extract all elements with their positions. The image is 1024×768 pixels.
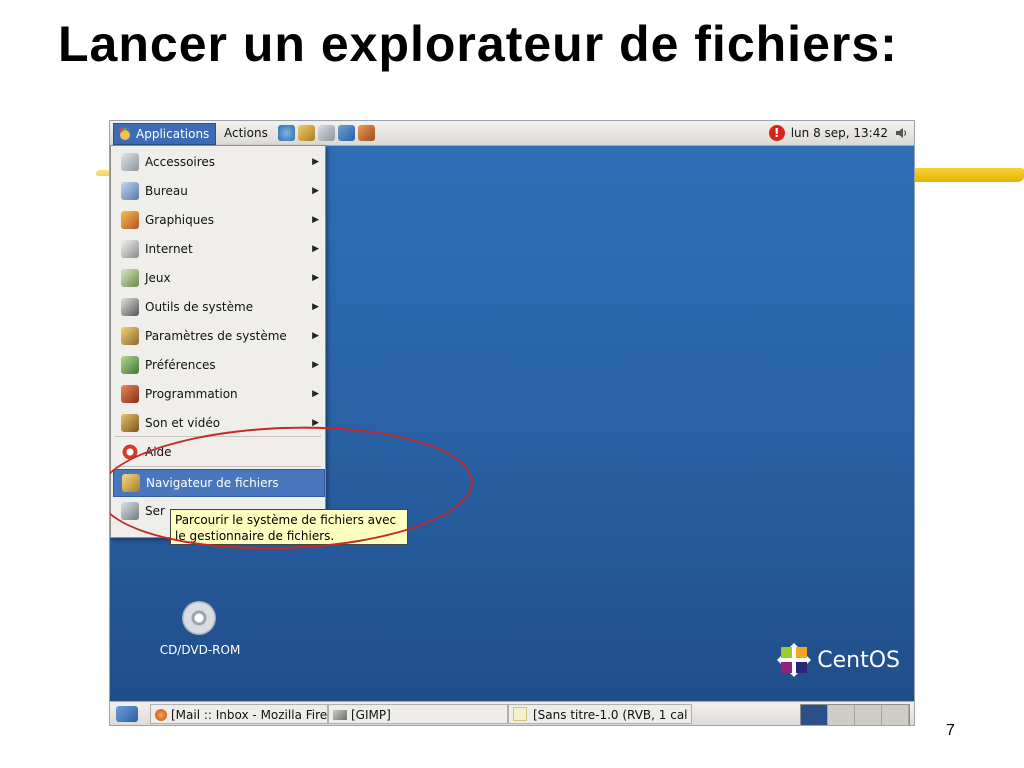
desktop-screenshot: Applications Actions ! lun 8 sep, 13:42 … [109, 120, 915, 726]
image-icon [513, 707, 527, 721]
office-launcher-icon[interactable] [338, 125, 355, 141]
menu-item-preferences[interactable]: Préférences ▶ [113, 352, 323, 378]
system-tools-icon [121, 298, 139, 316]
actions-menu-button[interactable]: Actions [224, 123, 268, 143]
submenu-arrow-icon: ▶ [312, 331, 319, 341]
top-panel: Applications Actions ! lun 8 sep, 13:42 [110, 121, 914, 146]
update-alert-icon[interactable]: ! [768, 125, 785, 141]
menu-item-programmation[interactable]: Programmation ▶ [113, 381, 323, 407]
submenu-arrow-icon: ▶ [312, 360, 319, 370]
menu-item-parametres-de-systeme[interactable]: Paramètres de système ▶ [113, 323, 323, 349]
centos-logo: CentOS [777, 643, 900, 677]
mail-launcher-icon[interactable] [298, 125, 315, 141]
centos-wordmark: CentOS [817, 647, 900, 673]
accessories-icon [121, 153, 139, 171]
submenu-arrow-icon: ▶ [312, 215, 319, 225]
menu-item-graphiques[interactable]: Graphiques ▶ [113, 207, 323, 233]
menu-item-jeux[interactable]: Jeux ▶ [113, 265, 323, 291]
clock[interactable]: lun 8 sep, 13:42 [791, 126, 888, 140]
programming-icon [121, 385, 139, 403]
menu-item-outils-de-systeme[interactable]: Outils de système ▶ [113, 294, 323, 320]
notification-area: ! lun 8 sep, 13:42 [768, 123, 908, 143]
presentation-launcher-icon[interactable] [358, 125, 375, 141]
menu-item-bureau[interactable]: Bureau ▶ [113, 178, 323, 204]
yellow-highlight-stroke [908, 168, 1024, 182]
task-image-window[interactable]: [Sans titre-1.0 (RVB, 1 cal [508, 704, 692, 724]
submenu-arrow-icon: ▶ [312, 273, 319, 283]
submenu-arrow-icon: ▶ [312, 244, 319, 254]
applications-menu-button[interactable]: Applications [113, 123, 217, 145]
submenu-arrow-icon: ▶ [312, 302, 319, 312]
volume-icon[interactable] [894, 126, 908, 140]
show-desktop-icon[interactable] [116, 706, 138, 722]
firefox-icon [155, 709, 167, 721]
internet-icon [121, 240, 139, 258]
page-number: 7 [946, 722, 955, 739]
cd-dvd-rom-label[interactable]: CD/DVD-ROM [154, 643, 246, 657]
slide-title: Lancer un explorateur de fichiers: [58, 16, 898, 72]
workspace-switcher[interactable] [800, 704, 910, 725]
gimp-icon [333, 710, 347, 720]
submenu-arrow-icon: ▶ [312, 157, 319, 167]
applications-label: Applications [136, 127, 210, 141]
gnome-foot-icon [119, 127, 131, 140]
system-settings-icon [121, 327, 139, 345]
editor-launcher-icon[interactable] [318, 125, 335, 141]
bottom-panel: [Mail :: Inbox - Mozilla Fire [GIMP] [Sa… [110, 701, 914, 725]
workspace-4[interactable] [882, 705, 909, 725]
graphics-icon [121, 211, 139, 229]
games-icon [121, 269, 139, 287]
workspace-3[interactable] [855, 705, 882, 725]
preferences-icon [121, 356, 139, 374]
task-firefox[interactable]: [Mail :: Inbox - Mozilla Fire [150, 704, 328, 724]
browser-launcher-icon[interactable] [278, 125, 295, 141]
submenu-arrow-icon: ▶ [312, 186, 319, 196]
office-icon [121, 182, 139, 200]
submenu-arrow-icon: ▶ [312, 389, 319, 399]
menu-item-internet[interactable]: Internet ▶ [113, 236, 323, 262]
task-gimp[interactable]: [GIMP] [328, 704, 508, 724]
cd-dvd-rom-icon[interactable] [182, 601, 216, 635]
workspace-1[interactable] [801, 705, 828, 725]
centos-emblem-icon [777, 643, 812, 677]
workspace-2[interactable] [828, 705, 855, 725]
menu-item-accessoires[interactable]: Accessoires ▶ [113, 149, 323, 175]
sound-video-icon [121, 414, 139, 432]
